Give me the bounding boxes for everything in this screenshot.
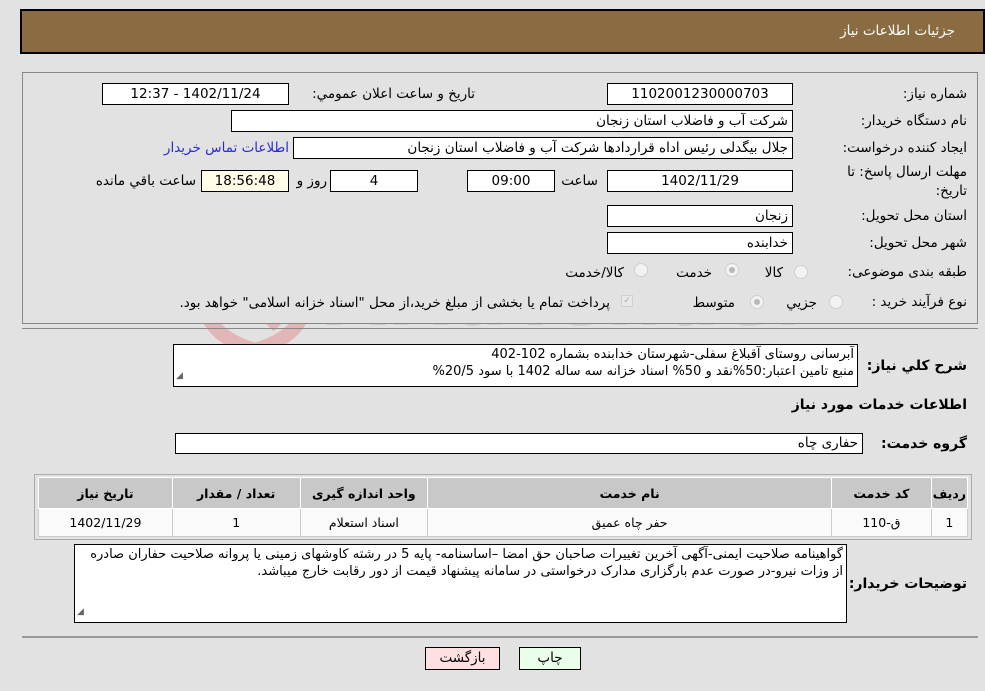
resize-handle-icon[interactable]: ◢ — [77, 604, 84, 621]
need-number-label: شماره نیاز: — [902, 86, 967, 102]
page-header: جزئیات اطلاعات نیاز — [20, 9, 985, 54]
category-radio-goods[interactable] — [794, 265, 808, 279]
province-label: استان محل تحویل: — [861, 208, 967, 224]
col-header-quantity: تعداد / مقدار — [171, 477, 301, 509]
description-line-2: منبع تامین اعتبار:50%نقد و 50% اسناد خزا… — [432, 364, 854, 379]
creator-label: ایجاد کننده درخواست: — [842, 140, 967, 156]
col-header-service-name: نام خدمت — [427, 477, 832, 509]
deadline-label-2: تاریخ: — [935, 183, 967, 199]
days-label: روز و — [296, 173, 327, 189]
service-group-field: حفاری چاه — [175, 433, 863, 454]
cell-need-date: 1402/11/29 — [38, 508, 173, 537]
table-row: 1 ق-110 حفر چاه عمیق اسناد استعلام 1 140… — [38, 508, 969, 537]
cell-service-code: ق-110 — [831, 508, 932, 537]
col-header-row: ردیف — [930, 477, 969, 509]
category-radio-service[interactable] — [725, 263, 739, 277]
province-field: زنجان — [607, 205, 793, 227]
deadline-date-field: 1402/11/29 — [607, 170, 793, 192]
treasury-checkbox-label: پرداخت تمام یا بخشی از مبلغ خرید،از محل … — [179, 295, 610, 311]
category-option-service: خدمت — [676, 265, 712, 281]
cell-row-number: 1 — [930, 508, 969, 537]
col-header-unit: واحد اندازه گیری — [299, 477, 429, 509]
buyer-notes-textarea[interactable]: گواهینامه صلاحیت ایمنی-آگهی آخرین تغییرا… — [74, 544, 847, 623]
process-radio-medium[interactable] — [750, 295, 764, 309]
process-radio-minor[interactable] — [829, 295, 843, 309]
process-type-label: نوع فرآیند خرید : — [871, 294, 967, 310]
time-remaining-label: ساعت باقي مانده — [95, 173, 196, 189]
col-header-need-date: تاریخ نیاز — [38, 477, 173, 509]
services-section-title: اطلاعات خدمات مورد نیاز — [791, 397, 967, 413]
city-field: خدابنده — [607, 232, 793, 254]
deadline-time-label: ساعت — [561, 173, 598, 189]
announce-datetime-label: تاریخ و ساعت اعلان عمومي: — [312, 86, 475, 102]
announce-datetime-field: 1402/11/24 - 12:37 — [102, 83, 289, 105]
time-remaining-field: 18:56:48 — [201, 170, 289, 192]
description-label: شرح کلي نیاز: — [866, 358, 967, 374]
services-table: ردیف کد خدمت نام خدمت واحد اندازه گیری ت… — [38, 477, 969, 537]
print-button[interactable]: چاپ — [519, 647, 581, 670]
city-label: شهر محل تحویل: — [869, 235, 967, 251]
buyer-notes-text: گواهینامه صلاحیت ایمنی-آگهی آخرین تغییرا… — [90, 547, 843, 579]
treasury-checkbox[interactable]: ✓ — [621, 295, 633, 307]
deadline-time-field: 09:00 — [467, 170, 555, 192]
need-number-field: 1102001230000703 — [607, 83, 793, 105]
process-option-medium: متوسط — [692, 295, 735, 311]
buyer-notes-label: توضیحات خریدار: — [848, 576, 967, 592]
resize-handle-icon[interactable]: ◢ — [176, 368, 183, 385]
category-option-goods: کالا — [764, 265, 783, 281]
buyer-org-label: نام دستگاه خریدار: — [860, 113, 967, 129]
days-remaining-field: 4 — [330, 170, 418, 192]
divider — [22, 636, 978, 638]
buyer-contact-link[interactable]: اطلاعات تماس خریدار — [164, 140, 289, 156]
creator-field: جلال بیگدلی رئیس اداه قراردادها شرکت آب … — [293, 137, 793, 159]
cell-service-name: حفر چاه عمیق — [427, 508, 832, 537]
divider — [22, 328, 978, 329]
description-line-1: آبرسانی روستای آقبلاغ سفلی-شهرستان خدابن… — [491, 347, 854, 362]
process-option-minor: جزيي — [786, 295, 817, 311]
category-radio-goods-service[interactable] — [634, 263, 648, 277]
page-title: جزئیات اطلاعات نیاز — [840, 23, 955, 39]
description-textarea[interactable]: آبرسانی روستای آقبلاغ سفلی-شهرستان خدابن… — [173, 344, 858, 387]
buyer-org-field: شرکت آب و فاضلاب استان زنجان — [231, 110, 793, 132]
category-label: طبقه بندی موضوعی: — [847, 264, 967, 280]
back-button[interactable]: بازگشت — [425, 647, 500, 670]
divider — [22, 323, 978, 324]
deadline-label: مهلت ارسال پاسخ: تا — [847, 164, 967, 180]
col-header-service-code: کد خدمت — [831, 477, 932, 509]
cell-unit: اسناد استعلام — [299, 508, 429, 537]
service-group-label: گروه خدمت: — [881, 436, 967, 452]
category-option-goods-service: کالا/خدمت — [565, 265, 624, 281]
cell-quantity: 1 — [171, 508, 301, 537]
